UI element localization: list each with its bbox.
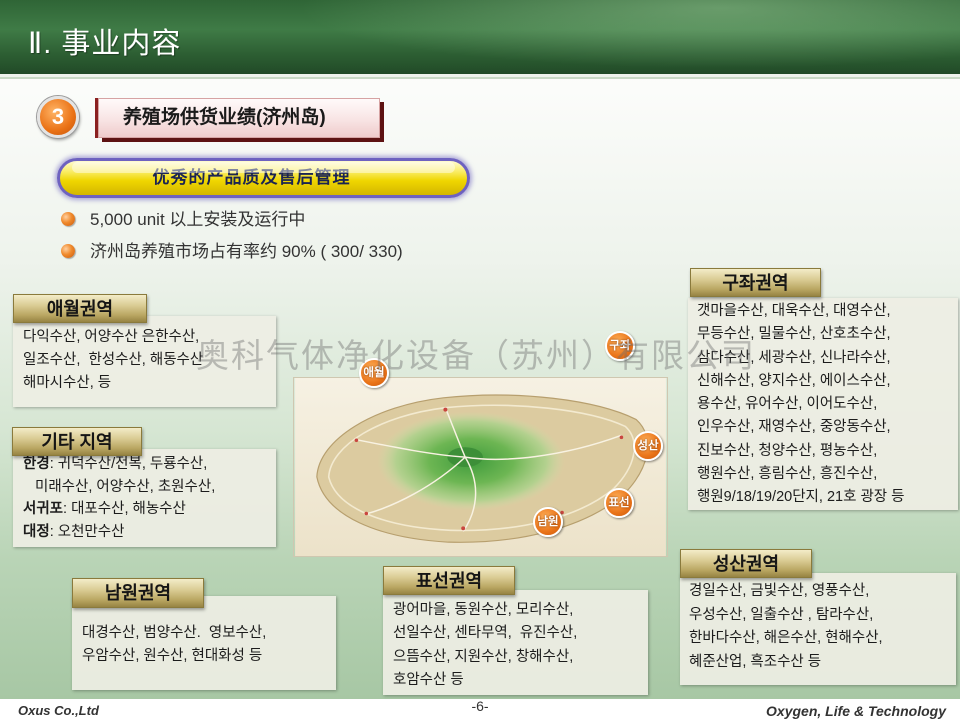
region-line-text: 용수산, 유어수산, 이어도수산, xyxy=(697,396,878,412)
region-tab-seongsan: 성산권역 xyxy=(680,549,812,578)
region-line: 갯마을수산, 대욱수산, 대영수산, xyxy=(697,300,958,323)
region-line: 한경: 귀덕수산/전복, 두룡수산, xyxy=(23,453,276,476)
region-line-text: 일조수산, 한성수산, 해동수산 xyxy=(23,352,204,368)
region-line: 행원9/18/19/20단지, 21호 광장 등 xyxy=(697,486,958,509)
section-title: 养殖场供货业绩(济州岛) xyxy=(98,98,380,138)
region-line-prefix: 서귀포 xyxy=(23,501,64,517)
region-line-text: 우암수산, 원수산, 현대화성 등 xyxy=(82,648,263,664)
bullet-icon xyxy=(61,244,75,258)
region-line: 경일수산, 금빛수산, 영풍수산, xyxy=(689,580,956,604)
region-line: 서귀포: 대포수산, 해농수산 xyxy=(23,498,276,521)
section-number-badge: 3 xyxy=(37,96,79,138)
region-line-text: 해마시수산, 등 xyxy=(23,375,112,391)
region-line-text: 선일수산, 센타무역, 유진수산, xyxy=(393,625,578,642)
region-line-text: 미래수산, 어양수산, 초원수산, xyxy=(35,478,216,495)
jeju-island-map xyxy=(293,377,668,557)
footer-company: Oxus Co.,Ltd xyxy=(18,703,99,718)
region-box-other: 한경: 귀덕수산/전복, 두룡수산, 미래수산, 어양수산, 초원수산, 서귀포… xyxy=(13,449,276,547)
region-tab-other: 기타 지역 xyxy=(12,427,142,456)
bullet-text: 济州岛养殖市场占有率约 90% ( 300/ 330) xyxy=(90,242,403,261)
map-marker-pyoseon: 표선 xyxy=(604,488,634,518)
region-line-text: 호암수산 등 xyxy=(393,671,464,688)
town-dot xyxy=(461,526,466,531)
region-line: 광어마을, 동원수산, 모리수산, xyxy=(393,599,648,622)
region-line-text: 신해수산, 양지수산, 에이스수산, xyxy=(697,372,891,389)
region-tab-namwon: 남원권역 xyxy=(72,578,204,608)
map-marker-seongsan: 성산 xyxy=(633,431,663,461)
region-line-text: 행원9/18/19/20단지, 21호 광장 등 xyxy=(697,489,905,505)
region-line: 무등수산, 밀물수산, 산호초수산, xyxy=(697,323,958,346)
region-line: 한바다수산, 해은수산, 현해수산, xyxy=(689,627,956,651)
region-line: 호암수산 등 xyxy=(393,669,648,692)
region-line: 신해수산, 양지수산, 에이스수산, xyxy=(697,370,958,393)
region-box-pyoseon: 광어마을, 동원수산, 모리수산, 선일수산, 센타무역, 유진수산, 으뜸수산… xyxy=(383,590,648,695)
region-line: 용수산, 유어수산, 이어도수산, xyxy=(697,393,958,416)
bullet-icon xyxy=(61,212,75,226)
region-line-text: : 오천만수산 xyxy=(49,523,125,540)
region-line: 진보수산, 청양수산, 평농수산, xyxy=(697,440,958,463)
map-marker-namwon: 남원 xyxy=(533,507,563,537)
region-line-text: 갯마을수산, 대욱수산, 대영수산, xyxy=(697,303,891,319)
region-line: 선일수산, 센타무역, 유진수산, xyxy=(393,622,648,645)
region-tab-aewol: 애월권역 xyxy=(13,294,147,323)
region-line-text: 행원수산, 흥림수산, 흥진수산, xyxy=(697,465,878,482)
region-line: 우암수산, 원수산, 현대화성 등 xyxy=(82,645,336,668)
region-line-text: 대경수산, 범양수산. 영보수산, xyxy=(82,625,267,641)
region-line: 일조수산, 한성수산, 해동수산 xyxy=(23,349,276,372)
town-dot xyxy=(364,511,369,516)
region-line-prefix: 대정 xyxy=(23,523,50,540)
region-line-text: 우성수산, 일출수산 , 탐라수산, xyxy=(689,606,874,623)
region-line: 우성수산, 일출수산 , 탐라수산, xyxy=(689,604,956,628)
region-line: 대정: 오천만수산 xyxy=(23,521,276,544)
town-dot xyxy=(354,438,359,443)
region-line-text: : 귀덕수산/전복, 두룡수산, xyxy=(49,456,208,472)
region-line-text: 진보수산, 청양수산, 평농수산, xyxy=(697,442,878,459)
region-line: 대경수산, 범양수산. 영보수산, xyxy=(82,622,336,645)
footer-slogan: Oxygen, Life & Technology xyxy=(766,703,946,719)
region-line-text: 다익수산, 어양수산 은한수산, xyxy=(23,329,200,345)
town-dot xyxy=(619,435,624,440)
region-line-text: 인우수산, 재영수산, 중앙동수산, xyxy=(697,419,891,436)
watermark-text: 奥科气体净化设备（苏州）有限公司 xyxy=(196,337,756,374)
region-line-prefix: 한경 xyxy=(23,456,50,472)
map-marker-gujwa: 구좌 xyxy=(605,331,635,361)
region-box-aewol: 다익수산, 어양수산 은한수산, 일조수산, 한성수산, 해동수산 해마시수산,… xyxy=(13,316,276,407)
highlight-banner-gloss xyxy=(72,162,455,173)
region-box-namwon: 대경수산, 범양수산. 영보수산, 우암수산, 원수산, 현대화성 등 xyxy=(72,596,336,690)
region-line: 인우수산, 재영수산, 중앙동수산, xyxy=(697,416,958,439)
region-line-text: 으뜸수산, 지원수산, 창해수산, xyxy=(393,648,574,665)
bullet-text: 5,000 unit 以上安装及运行中 xyxy=(90,210,306,229)
region-line: 행원수산, 흥림수산, 흥진수산, xyxy=(697,463,958,486)
region-line-text: 무등수산, 밀물수산, 산호초수산, xyxy=(697,326,891,343)
region-tab-pyoseon: 표선권역 xyxy=(383,566,515,595)
region-box-seongsan: 경일수산, 금빛수산, 영풍수산, 우성수산, 일출수산 , 탐라수산, 한바다… xyxy=(680,573,956,685)
map-marker-aewol: 애월 xyxy=(359,358,389,388)
region-line-text: 혜준산업, 흑조수산 등 xyxy=(689,653,822,670)
region-line: 해마시수산, 등 xyxy=(23,372,276,395)
page-title: Ⅱ. 事业内容 xyxy=(28,28,182,60)
region-line: 미래수산, 어양수산, 초원수산, xyxy=(23,476,276,499)
region-box-gujwa: 갯마을수산, 대욱수산, 대영수산, 무등수산, 밀물수산, 산호초수산, 삼다… xyxy=(688,298,958,510)
region-line-text: 경일수산, 금빛수산, 영풍수산, xyxy=(689,583,870,599)
region-line-text: 광어마을, 동원수산, 모리수산, xyxy=(393,602,574,618)
header-divider-shadow xyxy=(0,77,960,79)
region-line-text: 삼다수산, 세광수산, 신나라수산, xyxy=(697,349,891,366)
region-tab-gujwa: 구좌권역 xyxy=(690,268,821,297)
region-line-text: : 대포수산, 해농수산 xyxy=(63,501,186,517)
town-dot xyxy=(443,407,448,412)
slide: Ⅱ. 事业内容 3 养殖场供货业绩(济州岛) 优秀的产品质及售后管理 5,000… xyxy=(0,0,960,720)
region-line: 으뜸수산, 지원수산, 창해수산, xyxy=(393,646,648,669)
region-line: 혜준산업, 흑조수산 등 xyxy=(689,651,956,675)
region-line: 삼다수산, 세광수산, 신나라수산, xyxy=(697,347,958,370)
region-line: 다익수산, 어양수산 은한수산, xyxy=(23,326,276,349)
region-line-text: 한바다수산, 해은수산, 현해수산, xyxy=(689,630,883,646)
page-number: -6- xyxy=(471,698,489,714)
